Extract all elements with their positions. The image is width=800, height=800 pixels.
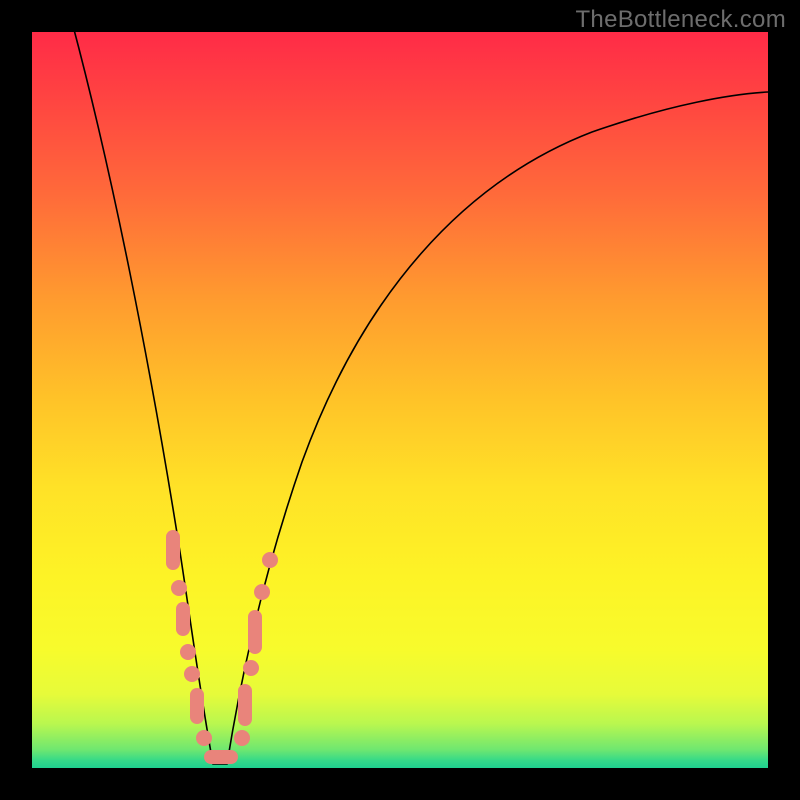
marker-right-3 [254, 584, 270, 600]
chart-stage: TheBottleneck.com [0, 0, 800, 800]
marker-left-1 [171, 580, 187, 596]
watermark-text: TheBottleneck.com [575, 6, 786, 34]
marker-right-pill-2 [248, 610, 262, 654]
marker-left-4 [196, 730, 212, 746]
plot-area [32, 32, 768, 768]
marker-right-2 [243, 660, 259, 676]
marker-left-top-pill [166, 530, 180, 570]
marker-left-pill-2 [176, 602, 190, 636]
marker-left-pill-3 [190, 688, 204, 724]
marker-right-4 [262, 552, 278, 568]
marker-right-pill-1 [238, 684, 252, 726]
marker-bottom-pill [204, 750, 238, 764]
bottleneck-curve-svg [32, 32, 768, 768]
marker-right-1 [234, 730, 250, 746]
marker-left-2 [180, 644, 196, 660]
bottleneck-curve-path [72, 22, 768, 764]
marker-left-3 [184, 666, 200, 682]
